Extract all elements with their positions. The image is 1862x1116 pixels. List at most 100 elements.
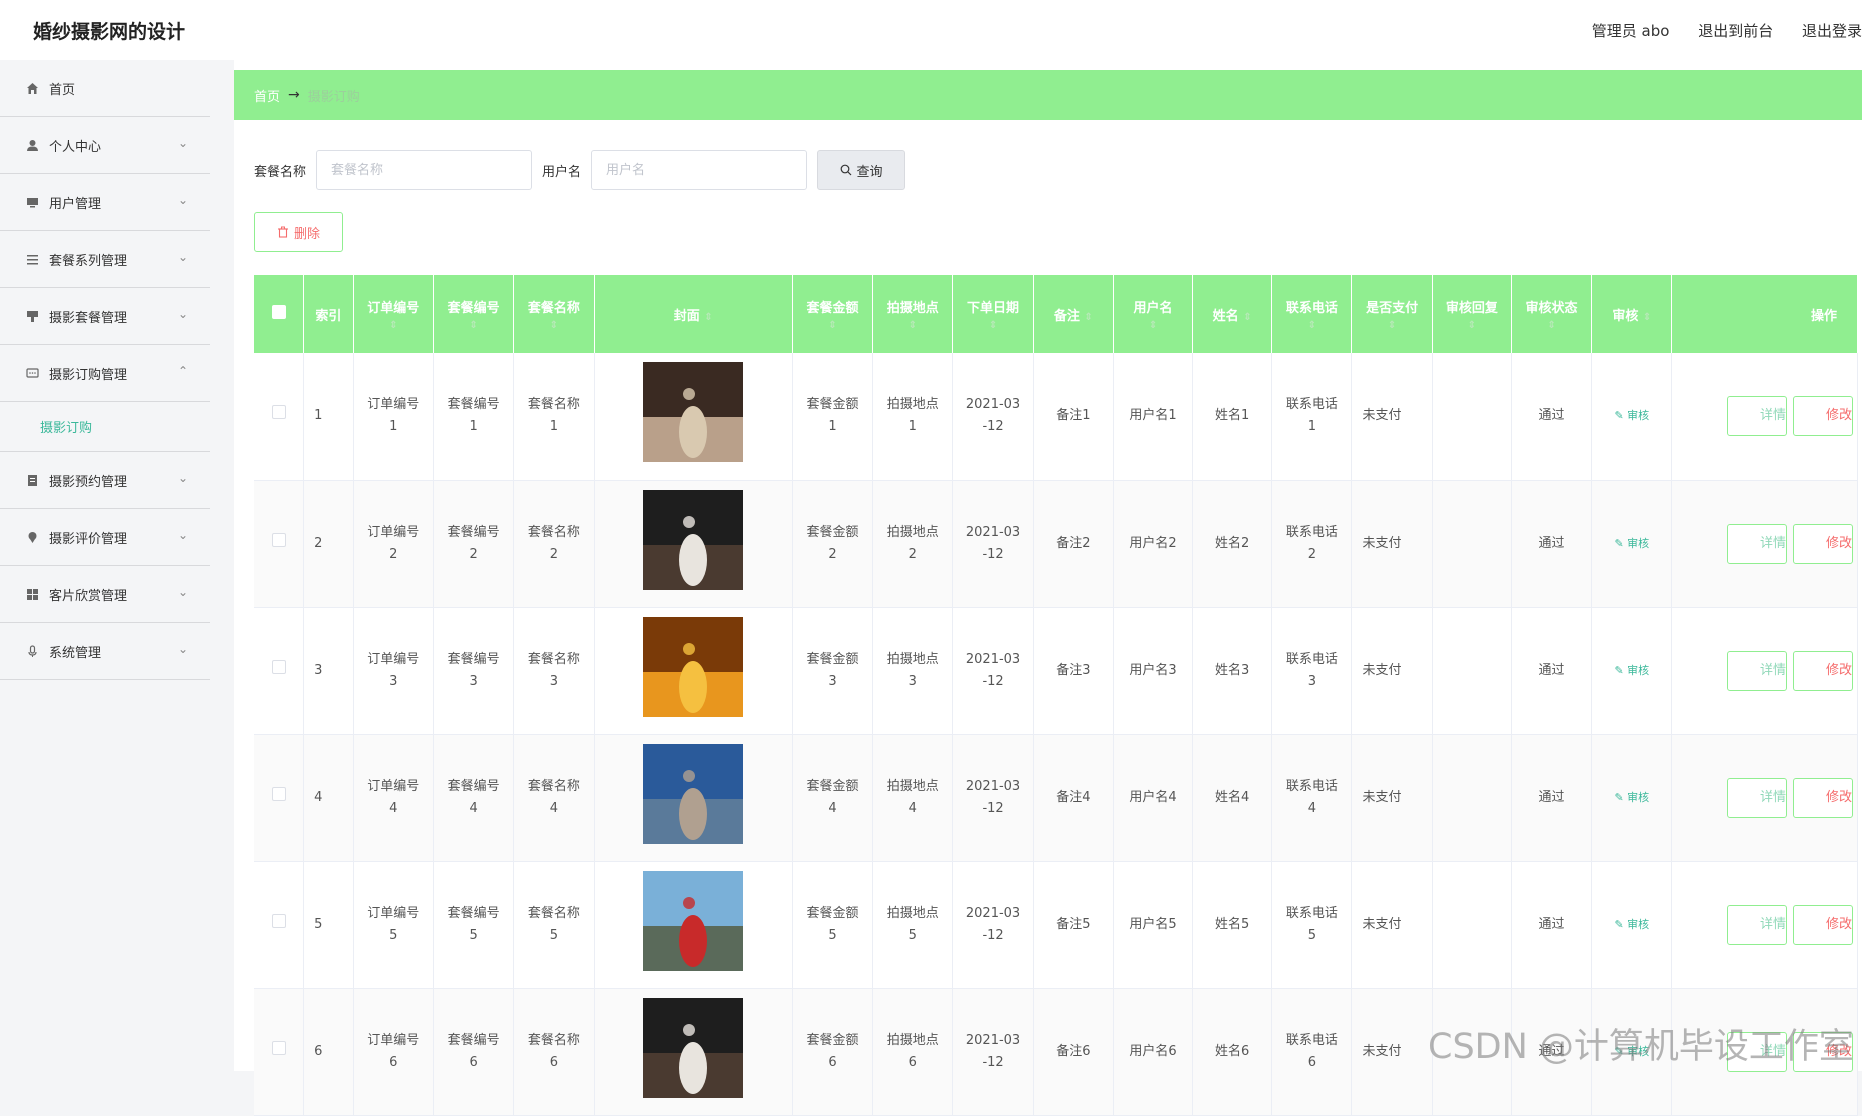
cell-index: 6: [303, 988, 354, 1116]
column-header: 套餐编号 ⇕: [433, 275, 515, 353]
sidebar-item-label: 个人中心: [49, 139, 102, 155]
package-name-input[interactable]: [316, 150, 533, 190]
table-row: 2 订单编号 2 套餐编号 2 套餐名称 2 套餐金额 2 拍摄地点 2 2021-03 -…: [254, 480, 1858, 608]
sidebar-item-label: 摄影套餐管理: [49, 310, 128, 326]
cell-reply: [1432, 607, 1512, 735]
cell-name: 姓名6: [1192, 988, 1273, 1116]
column-header: 索引: [303, 275, 354, 353]
logout-link[interactable]: 退出登录: [1802, 22, 1862, 40]
sidebar-item-photo-package[interactable]: 摄影套餐管理 ⌄: [0, 288, 210, 345]
cell-username: 用户名2: [1113, 480, 1194, 608]
audit-link[interactable]: ✎ 审核: [1591, 607, 1673, 735]
row-checkbox[interactable]: [254, 480, 305, 608]
column-header: 是否支付 ⇕: [1351, 275, 1433, 353]
sidebar-item-label: 首页: [49, 82, 76, 98]
cell-place: 拍摄地点 4: [872, 734, 954, 862]
breadcrumb-home[interactable]: 首页: [254, 86, 280, 105]
cell-note: 备注4: [1033, 734, 1114, 862]
detail-button[interactable]: 详情: [1727, 396, 1787, 437]
edit-icon: ✎: [1614, 536, 1624, 550]
row-checkbox[interactable]: [254, 734, 305, 862]
search-bar: 套餐名称 用户名 查询: [254, 150, 906, 190]
edit-icon: ✎: [1614, 917, 1624, 931]
cell-pkg-name: 套餐名称 6: [513, 988, 595, 1116]
edit-button[interactable]: 修改: [1793, 523, 1853, 564]
cell-status: 通过: [1511, 353, 1593, 481]
cell-phone: 联系电话 4: [1271, 734, 1353, 862]
chevron-up-icon: ⌃: [177, 364, 188, 378]
column-header: 拍摄地点 ⇕: [872, 275, 954, 353]
audit-link[interactable]: ✎ 审核: [1591, 480, 1673, 608]
cell-note: 备注5: [1033, 861, 1114, 989]
cell-date: 2021-03 -12: [952, 353, 1034, 481]
cell-reply: [1432, 734, 1512, 862]
detail-button[interactable]: 详情: [1727, 777, 1787, 818]
edit-button[interactable]: 修改: [1793, 396, 1853, 437]
cover-image: [594, 607, 793, 735]
sidebar-item-users[interactable]: 用户管理 ⌄: [0, 174, 210, 231]
user-icon: [25, 138, 39, 152]
cell-date: 2021-03 -12: [952, 988, 1034, 1116]
cell-date: 2021-03 -12: [952, 607, 1034, 735]
trash-icon: [277, 226, 288, 238]
sidebar-subitem-order[interactable]: 摄影订购: [0, 402, 210, 452]
sidebar-item-gallery[interactable]: 客片欣赏管理 ⌄: [0, 566, 210, 623]
query-button[interactable]: 查询: [817, 150, 906, 190]
edit-button[interactable]: 修改: [1793, 650, 1853, 691]
detail-button[interactable]: 详情: [1727, 650, 1787, 691]
row-checkbox[interactable]: [254, 861, 305, 989]
cell-note: 备注2: [1033, 480, 1114, 608]
sidebar-item-review[interactable]: 摄影评价管理 ⌄: [0, 509, 210, 566]
monitor-icon: [25, 195, 39, 209]
cell-paid: 未支付: [1351, 988, 1433, 1116]
cell-pkg-name: 套餐名称 4: [513, 734, 595, 862]
edit-button[interactable]: 修改: [1793, 904, 1853, 945]
table-row: 1 订单编号 1 套餐编号 1 套餐名称 1 套餐金额 1 拍摄地点 1 2021-03 -…: [254, 353, 1858, 481]
audit-link[interactable]: ✎ 审核: [1591, 861, 1673, 989]
cell-pkg-no: 套餐编号 1: [433, 353, 515, 481]
username-input[interactable]: [591, 150, 808, 190]
edit-icon: ✎: [1614, 790, 1624, 804]
cell-paid: 未支付: [1351, 480, 1433, 608]
cell-pkg-no: 套餐编号 4: [433, 734, 515, 862]
cell-amount: 套餐金额 2: [792, 480, 874, 608]
cell-pkg-no: 套餐编号 5: [433, 861, 515, 989]
sidebar-item-home[interactable]: 首页: [0, 60, 210, 117]
cell-reply: [1432, 480, 1512, 608]
column-header: 下单日期 ⇕: [952, 275, 1034, 353]
row-checkbox[interactable]: [254, 607, 305, 735]
cell-name: 姓名3: [1192, 607, 1273, 735]
cell-pkg-name: 套餐名称 3: [513, 607, 595, 735]
edit-button[interactable]: 修改: [1793, 777, 1853, 818]
sidebar-item-personal[interactable]: 个人中心 ⌄: [0, 117, 210, 174]
admin-label: 管理员 abo: [1591, 22, 1670, 40]
to-front-link[interactable]: 退出到前台: [1698, 22, 1773, 40]
sort-icon: ⇕: [908, 320, 917, 331]
row-actions: 详情 修改: [1671, 607, 1858, 735]
cover-image: [594, 480, 793, 608]
table-row: 5 订单编号 5 套餐编号 5 套餐名称 5 套餐金额 5 拍摄地点 5 2021-03 -…: [254, 861, 1858, 989]
brush-icon: [25, 309, 39, 323]
select-all-checkbox[interactable]: [254, 275, 305, 353]
cell-reply: [1432, 861, 1512, 989]
audit-link[interactable]: ✎ 审核: [1591, 353, 1673, 481]
cover-image: [594, 353, 793, 481]
detail-button[interactable]: 详情: [1727, 904, 1787, 945]
delete-button[interactable]: 删除: [254, 212, 343, 252]
cell-place: 拍摄地点 1: [872, 353, 954, 481]
sidebar-item-label: 摄影订购管理: [49, 367, 128, 383]
audit-link[interactable]: ✎ 审核: [1591, 734, 1673, 862]
cell-username: 用户名5: [1113, 861, 1194, 989]
top-bar: 婚纱摄影网的设计 管理员 abo 退出到前台 退出登录: [0, 0, 1862, 60]
package-name-label: 套餐名称: [254, 164, 307, 180]
sidebar-item-package-series[interactable]: 套餐系列管理 ⌄: [0, 231, 210, 288]
detail-button[interactable]: 详情: [1727, 523, 1787, 564]
sidebar-item-order[interactable]: 摄影订购管理 ⌃: [0, 345, 210, 402]
cell-name: 姓名5: [1192, 861, 1273, 989]
row-checkbox[interactable]: [254, 988, 305, 1116]
sidebar-item-system[interactable]: 系统管理 ⌄: [0, 623, 210, 680]
row-checkbox[interactable]: [254, 353, 305, 481]
sidebar-item-appointment[interactable]: 摄影预约管理 ⌄: [0, 452, 210, 509]
chevron-down-icon: ⌄: [177, 642, 188, 656]
cover-photo: [643, 616, 744, 717]
